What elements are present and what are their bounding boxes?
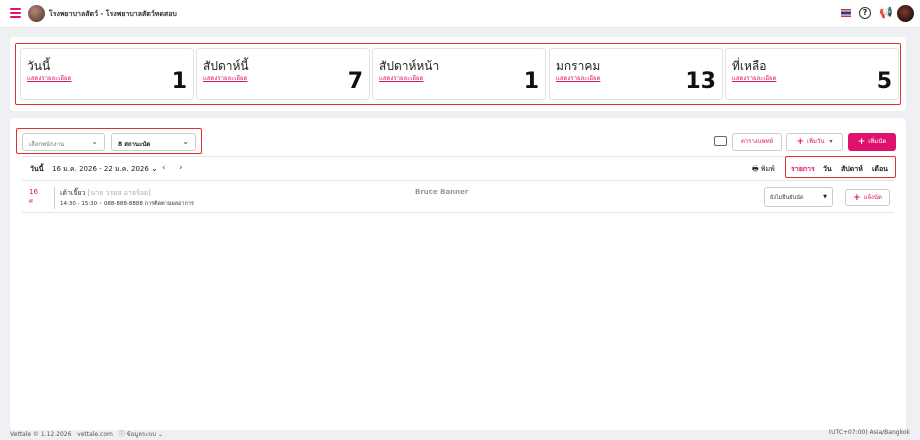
stat-card-january: มกราคม แสดงรายละเอียด 13 (549, 48, 723, 100)
system-info-link[interactable]: ข้อมูลระบบ (127, 431, 156, 438)
tab-month[interactable]: เดือน (872, 164, 888, 175)
appointment-note: การติดตามผลอาการ (144, 201, 194, 207)
stat-count: 13 (685, 69, 716, 94)
appointment-weekday: ศ (29, 198, 33, 205)
appointment-status-value: ยังไม่ยืนยันนัด (770, 195, 804, 201)
clinic-logo (28, 5, 45, 22)
row-separator (54, 187, 55, 209)
print-button[interactable]: 🖶 พิมพ์ (752, 164, 775, 176)
divider (22, 180, 894, 181)
clinic-name[interactable]: โรงพยาบาลสัตว์ - โรงพยาบาลสัตว์ทดสอบ (49, 9, 177, 20)
date-range[interactable]: 16 ม.ค. 2026 - 22 ม.ค. 2026 ⌄ (52, 164, 158, 175)
footer: Vettale © 1.12.2026 vettale.com ⓘ ข้อมูล… (10, 429, 163, 439)
caret-down-icon: ▾ (829, 138, 833, 145)
stat-card-next-week: สัปดาห์หน้า แสดงรายละเอียด 1 (372, 48, 546, 100)
divider (22, 212, 894, 213)
doctor-schedule-label: ตารางแพทย์ (740, 138, 774, 145)
status-filter-value: 8 สถานะนัด (118, 141, 151, 148)
appointment-status-select[interactable]: ยังไม่ยืนยันนัด ▼ (764, 187, 833, 207)
doctor-schedule-button[interactable]: ตารางแพทย์ (732, 133, 782, 151)
user-avatar[interactable] (897, 5, 914, 22)
stat-detail-link[interactable]: แสดงรายละเอียด (556, 73, 600, 83)
status-filter-select[interactable]: 8 สถานะนัด ⌄ (111, 133, 196, 151)
stat-count: 5 (876, 69, 892, 94)
employee-select-value: เลือกพนักงาน (29, 141, 65, 148)
notify-label: แจ้งนัด (863, 194, 882, 201)
help-icon[interactable]: ? (859, 7, 871, 19)
info-icon: ⓘ (118, 431, 125, 438)
employee-select[interactable]: เลือกพนักงาน ⌄ (22, 133, 105, 151)
plus-icon: + (857, 137, 866, 147)
chevron-down-icon: ⌄ (91, 137, 98, 146)
appointment-phone: 088-888-8888 (103, 201, 143, 207)
inbox-icon[interactable] (714, 136, 727, 146)
footer-timezone: (UTC+07:00) Asia/Bangkok (828, 429, 910, 436)
add-appointment-label: เพิ่มนัด (868, 138, 887, 145)
caret-down-icon: ▼ (823, 194, 827, 200)
plus-icon: + (796, 137, 805, 147)
next-week-icon[interactable]: › (179, 163, 183, 173)
stat-count: 7 (347, 69, 363, 94)
owner-name: [นาย วรยส อาจร้อย] (87, 189, 151, 197)
tab-day[interactable]: วัน (823, 164, 832, 175)
add-appointment-button[interactable]: + เพิ่มนัด (848, 133, 896, 151)
top-bar: โรงพยาบาลสัตว์ - โรงพยาบาลสัตว์ทดสอบ ? 📢 (0, 0, 920, 28)
tab-list[interactable]: รายการ (791, 164, 815, 175)
stat-detail-link[interactable]: แสดงรายละเอียด (203, 73, 247, 83)
pet-name: เต้าเจี๊ยว (60, 189, 86, 197)
appointment-title[interactable]: เต้าเจี๊ยว [นาย วรยส อาจร้อย] (60, 188, 151, 199)
stat-detail-link[interactable]: แสดงรายละเอียด (379, 73, 423, 83)
date-range-text: 16 ม.ค. 2026 - 22 ม.ค. 2026 (52, 165, 149, 173)
stat-detail-link[interactable]: แสดงรายละเอียด (27, 73, 71, 83)
add-day-label: เพิ่มวัน (807, 138, 825, 145)
chevron-down-icon: ⌄ (157, 431, 163, 438)
thai-flag-icon[interactable] (841, 9, 851, 17)
stat-detail-link[interactable]: แสดงรายละเอียด (732, 73, 776, 83)
footer-version: Vettale © 1.12.2026 (10, 431, 72, 438)
plus-icon: + (853, 193, 861, 203)
stat-card-remaining: ที่เหลือ แสดงรายละเอียด 5 (725, 48, 899, 100)
appointment-time: 14:30 - 15:30 (60, 201, 98, 207)
divider (22, 156, 894, 157)
printer-icon: 🖶 (752, 165, 759, 173)
footer-site-link[interactable]: vettale.com (77, 431, 113, 438)
stat-card-this-week: สัปดาห์นี้ แสดงรายละเอียด 7 (196, 48, 370, 100)
stat-card-today: วันนี้ แสดงรายละเอียด 1 (20, 48, 194, 100)
tab-week[interactable]: สัปดาห์ (841, 164, 863, 175)
add-day-button[interactable]: + เพิ่มวัน ▾ (786, 133, 843, 151)
print-label: พิมพ์ (760, 165, 775, 173)
stat-count: 1 (171, 69, 187, 94)
appointment-details: 14:30 - 15:30 • 088-888-8888 การติดตามผล… (60, 201, 194, 207)
megaphone-icon[interactable]: 📢 (879, 7, 893, 19)
chevron-down-icon: ⌄ (182, 137, 189, 146)
prev-week-icon[interactable]: ‹ (162, 163, 166, 173)
appointment-date: 16 (29, 188, 38, 196)
doctor-name: Bruce Banner (415, 188, 469, 196)
stat-count: 1 (523, 69, 539, 94)
chevron-down-icon: ⌄ (151, 164, 158, 173)
today-button[interactable]: วันนี้ (30, 164, 44, 175)
notify-button[interactable]: + แจ้งนัด (845, 189, 890, 206)
menu-icon[interactable] (10, 8, 21, 18)
